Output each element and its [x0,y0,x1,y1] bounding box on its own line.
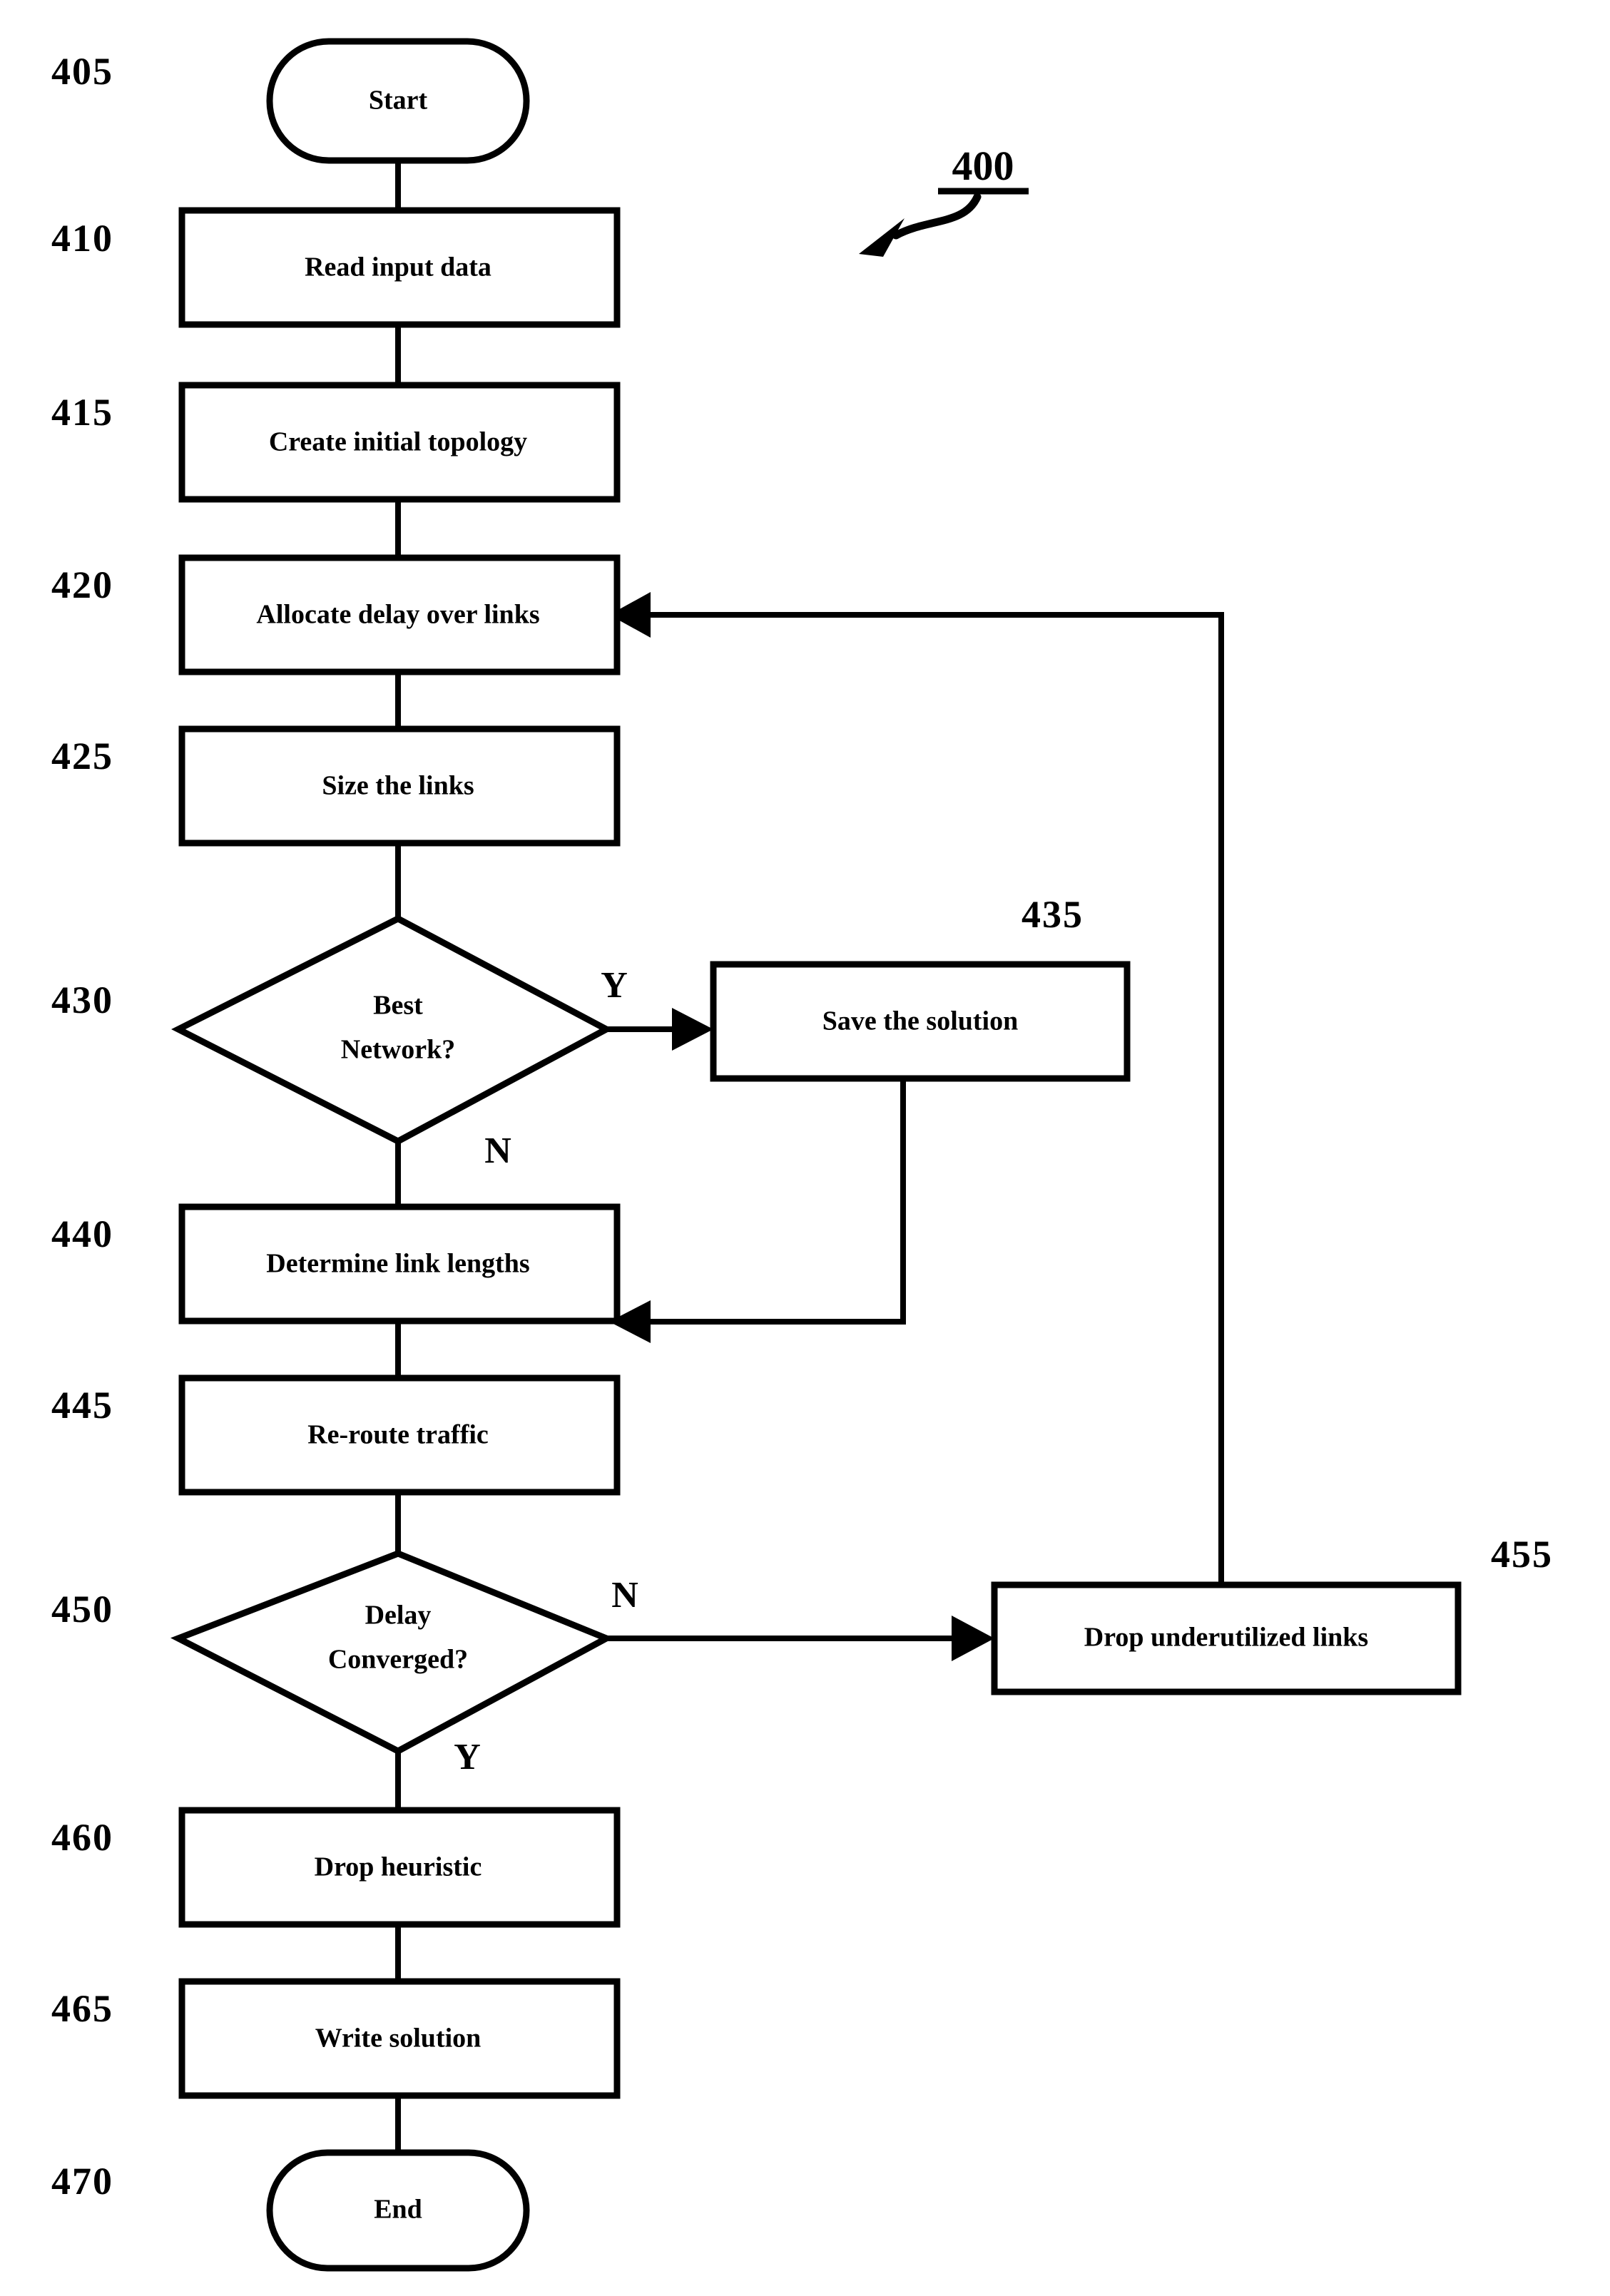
node-drop-underutilized-links[interactable]: Drop underutilized links [991,1581,1462,1695]
ref-number-435: 435 [1021,893,1084,936]
save-the-solution-label: Save the solution [822,1006,1018,1036]
drop-underutilized-links-label: Drop underutilized links [1084,1623,1368,1653]
node-create-initial-topology[interactable]: Create initial topology [178,382,621,503]
node-end[interactable]: End [266,2149,530,2272]
figure-lead-line [892,193,982,240]
node-drop-heuristic[interactable]: Drop heuristic [178,1807,621,1928]
node-read-input-data[interactable]: Read input data [178,207,621,328]
node-best-network-decision[interactable]: Best Network? [171,914,613,1146]
delay-converged-label-line2: Converged? [328,1645,468,1675]
read-input-data-label: Read input data [305,252,491,282]
node-size-the-links[interactable]: Size the links [178,725,621,847]
ref-number-405: 405 [51,50,113,93]
ref-number-440: 440 [51,1213,113,1255]
drop-heuristic-label: Drop heuristic [315,1852,482,1882]
node-write-solution[interactable]: Write solution [178,1978,621,2099]
flowchart-diagram: 400 Start 405 Read input data 410 Create… [51,38,1553,2272]
node-save-the-solution[interactable]: Save the solution [710,961,1131,1082]
best-network-label-line1: Best [373,991,423,1021]
best-network-decision-shape [171,914,613,1146]
connector-save-to-lengths [646,1078,906,1325]
write-solution-label: Write solution [315,2024,482,2053]
ref-number-425: 425 [51,735,113,777]
ref-number-465: 465 [51,1987,113,2030]
node-delay-converged-decision[interactable]: Delay Converged? [170,1550,614,1755]
size-the-links-label: Size the links [322,771,474,801]
ref-number-420: 420 [51,563,113,606]
ref-number-410: 410 [51,217,113,260]
end-label: End [374,2195,422,2225]
arrowhead-save-in [672,1008,713,1051]
connector-drop-to-allocate-feedback [646,612,1224,1585]
branch-label-delay-no: N [611,1575,638,1616]
ref-number-455: 455 [1491,1533,1553,1576]
arrowhead-drop-in [952,1616,994,1661]
node-determine-link-lengths[interactable]: Determine link lengths [178,1203,621,1325]
node-start[interactable]: Start [266,38,530,164]
start-label: Start [369,86,428,116]
branch-label-best-no: N [484,1131,511,1171]
ref-number-450: 450 [51,1588,113,1631]
ref-number-470: 470 [51,2160,113,2203]
node-allocate-delay-over-links[interactable]: Allocate delay over links [178,554,621,675]
best-network-label-line2: Network? [341,1035,455,1065]
re-route-traffic-label: Re-route traffic [307,1420,489,1450]
ref-number-445: 445 [51,1384,113,1427]
figure-number: 400 [952,143,1014,189]
figure-canvas: 400 Start 405 Read input data 410 Create… [0,0,1610,2296]
node-re-route-traffic[interactable]: Re-route traffic [178,1374,621,1496]
ref-number-415: 415 [51,391,113,434]
branch-label-best-yes: Y [601,965,628,1006]
ref-number-430: 430 [51,979,113,1021]
ref-number-460: 460 [51,1816,113,1859]
determine-link-lengths-label: Determine link lengths [266,1249,529,1279]
branch-label-delay-yes: Y [454,1737,481,1777]
allocate-delay-over-links-label: Allocate delay over links [256,600,539,630]
delay-converged-label-line1: Delay [365,1601,432,1631]
create-initial-topology-label: Create initial topology [269,427,527,457]
